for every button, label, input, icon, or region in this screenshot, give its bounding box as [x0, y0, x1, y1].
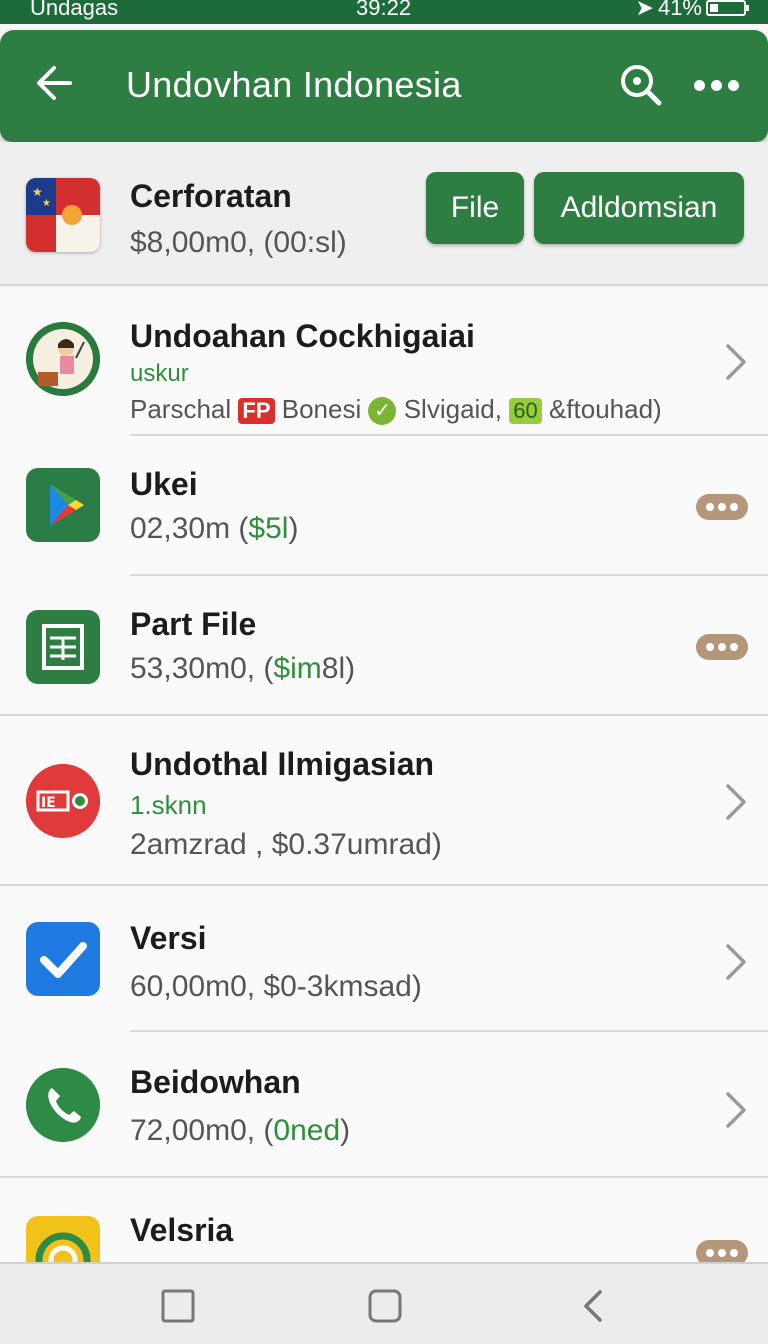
chevron-right-icon	[726, 1092, 746, 1128]
app-logo-icon: IE	[26, 764, 100, 838]
item-meta: Parschal FP Bonesi ✓ Slvigaid, 60 &ftouh…	[130, 394, 662, 426]
header-subtitle: $8,00m0, (00:sl)	[130, 226, 347, 259]
chevron-right-icon	[726, 784, 746, 820]
more-pill-icon[interactable]	[696, 494, 748, 520]
item-meta: 53,30m0, ($im8l)	[130, 652, 356, 685]
item-title: Velsria	[130, 1212, 234, 1248]
item-meta: 2amzrad , $0.37umrad)	[130, 828, 442, 861]
avatar	[26, 322, 100, 396]
recents-icon[interactable]	[160, 1288, 196, 1324]
list-item[interactable]: Beidowhan 72,00m0, (0ned)	[0, 1032, 768, 1178]
chevron-right-icon	[726, 344, 746, 380]
more-options-icon[interactable]	[694, 72, 746, 98]
back-nav-icon[interactable]	[576, 1288, 612, 1324]
flag-icon: ★ ★	[26, 178, 100, 252]
check-badge-icon: ✓	[368, 397, 397, 426]
item-title: Versi	[130, 920, 207, 956]
list-item[interactable]: Ukei 02,30m ($5l)	[0, 436, 768, 576]
fp-badge: FP	[238, 398, 275, 425]
svg-text:★: ★	[42, 198, 51, 209]
back-arrow-icon[interactable]	[30, 58, 80, 108]
search-icon[interactable]	[618, 62, 664, 108]
check-icon	[26, 922, 100, 996]
item-meta: 72,00m0, (0ned)	[130, 1114, 351, 1147]
battery-level: 41%	[657, 0, 702, 20]
item-subtitle: uskur	[130, 360, 189, 387]
list-item[interactable]: IE Undothal Ilmigasian 1.sknn 2amzrad , …	[0, 716, 768, 886]
carrier-label: Undagas	[30, 0, 119, 20]
home-icon[interactable]	[367, 1288, 403, 1324]
item-title: Ukei	[130, 466, 198, 502]
status-time: 39:22	[356, 0, 412, 20]
item-title: Beidowhan	[130, 1064, 301, 1100]
item-subtitle: 1.sknn	[130, 790, 207, 820]
list-item[interactable]: Undoahan Cockhigaiai uskur Parschal FP B…	[0, 288, 768, 436]
item-meta: 02,30m ($5l)	[130, 512, 299, 545]
app-ring-icon	[26, 1216, 100, 1262]
phone-icon	[26, 1068, 100, 1142]
item-title: Part File	[130, 606, 257, 642]
chevron-right-icon	[726, 944, 746, 980]
svg-text:IE: IE	[41, 795, 56, 811]
item-title: Undoahan Cockhigaiai	[130, 318, 475, 354]
list-item[interactable]: Velsria	[0, 1178, 768, 1262]
item-meta: 60,00m0, $0-3kmsad)	[130, 970, 422, 1003]
item-title: Undothal Ilmigasian	[130, 746, 435, 782]
file-button[interactable]: File	[426, 172, 524, 244]
location-icon: ➤	[635, 0, 654, 20]
list-item[interactable]: Versi 60,00m0, $0-3kmsad)	[0, 886, 768, 1032]
add-button[interactable]: Adldomsian	[534, 172, 744, 244]
app-bar: Undovhan Indonesia	[0, 30, 768, 142]
more-pill-icon[interactable]	[696, 1240, 748, 1262]
battery-icon	[706, 0, 749, 16]
sheets-icon	[26, 610, 100, 684]
count-badge: 60	[509, 398, 542, 425]
status-right: ➤ 41%	[635, 0, 749, 21]
more-pill-icon[interactable]	[696, 634, 748, 660]
status-bar: Undagas 39:22 ➤ 41%	[0, 0, 768, 24]
app-bar-title: Undovhan Indonesia	[126, 64, 462, 105]
system-nav-bar	[0, 1262, 768, 1344]
header-title: Cerforatan	[130, 178, 292, 214]
play-store-icon	[26, 468, 100, 542]
list-item[interactable]: Part File 53,30m0, ($im8l)	[0, 576, 768, 716]
svg-text:★: ★	[32, 185, 43, 199]
